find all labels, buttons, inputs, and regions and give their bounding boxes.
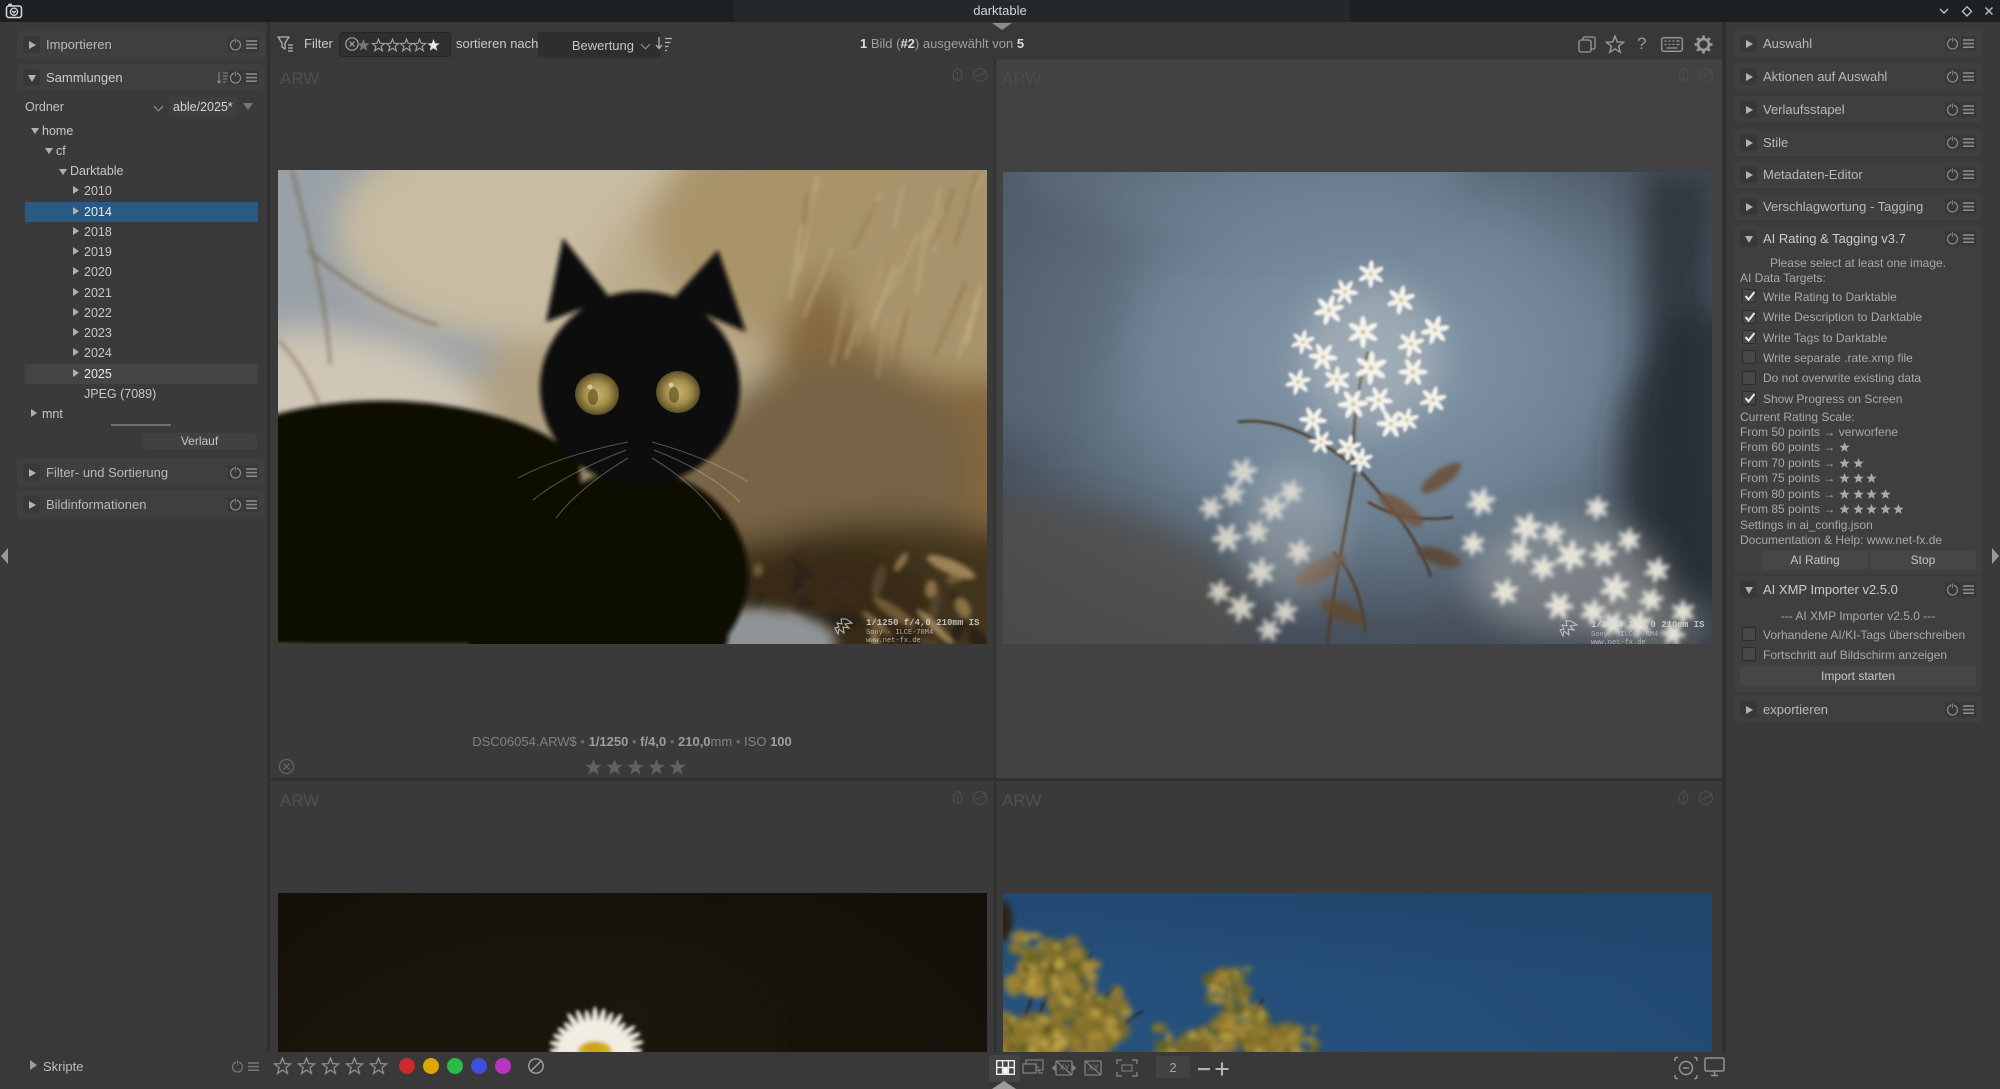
svg-text:1/1250 f/4,0 210mm IS: 1/1250 f/4,0 210mm IS [866,618,980,628]
svg-text:Sony · ILCE-7RM4: Sony · ILCE-7RM4 [1591,631,1658,639]
svg-text:Sony · ILCE-7RM4: Sony · ILCE-7RM4 [866,629,933,637]
svg-text:XY: XY [1088,1064,1099,1073]
svg-text:XY: XY [1059,1064,1070,1073]
svg-text:www.net-fx.de: www.net-fx.de [1591,639,1646,644]
svg-text:1/2000 f/4,0 210mm IS: 1/2000 f/4,0 210mm IS [1591,620,1705,630]
svg-text:www.net-fx.de: www.net-fx.de [866,637,921,644]
